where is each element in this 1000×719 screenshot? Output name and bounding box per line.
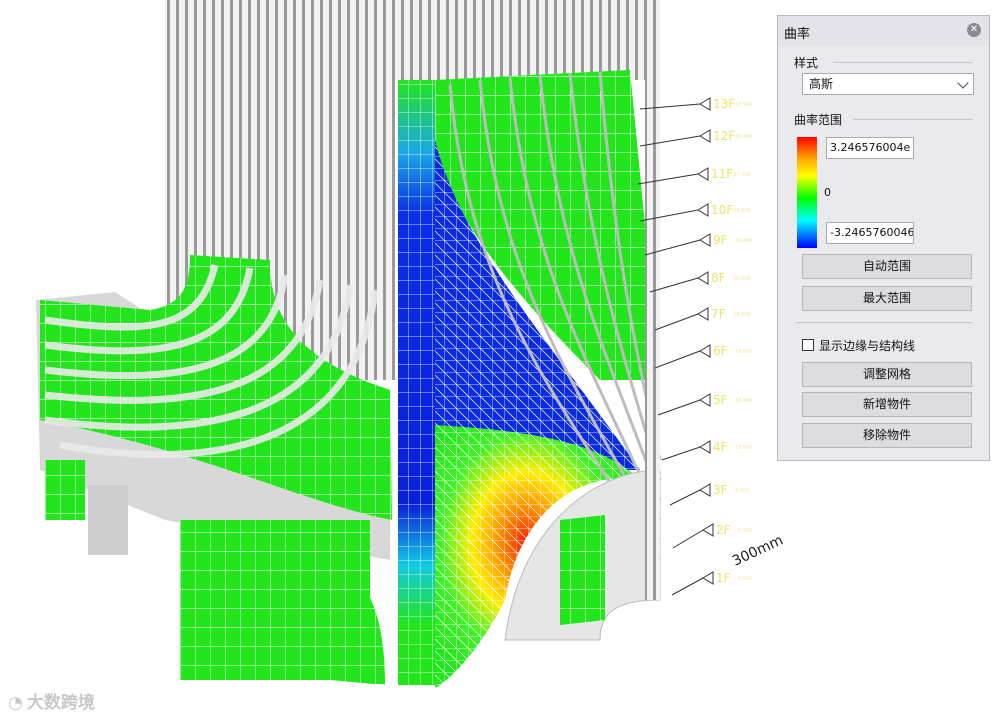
floor-elevation-label: 9.400 (735, 488, 749, 494)
floor-label: 5F (713, 393, 728, 407)
floor-elevation-label: 16.400 (735, 398, 753, 404)
floor-label: 11F (711, 167, 733, 181)
floor-elevation-label: 33.900 (733, 208, 751, 214)
floor-elevation-label: 23.400 (733, 312, 751, 318)
auto-range-button[interactable]: 自动范围 (802, 254, 972, 279)
max-range-button[interactable]: 最大范围 (802, 286, 972, 311)
floor-level-triangle-icon (699, 97, 711, 111)
column-grid (398, 80, 435, 685)
dimension-label: 300mm (730, 532, 786, 569)
floor-level-triangle-icon (697, 167, 709, 181)
floor-level-triangle-icon (699, 129, 711, 143)
floor-elevation-label: 12.900 (735, 445, 753, 451)
right-tower-edge (645, 80, 660, 600)
close-icon[interactable]: ✕ (967, 23, 981, 37)
floor-level-triangle-icon (697, 271, 709, 285)
panel-titlebar: 曲率 ✕ (778, 16, 989, 46)
watermark-logo-icon: ◔ (8, 693, 23, 713)
floor-elevation-label: 26.900 (733, 276, 751, 282)
floor-elevation-label: 43.900 (735, 102, 753, 108)
floor-label: 7F (711, 307, 726, 321)
floor-label: 2F (716, 523, 731, 537)
curvature-panel: 曲率 ✕ 样式 高斯 曲率范围 3.246576004e 0 -3.246576… (777, 15, 990, 461)
upper-facade (395, 0, 660, 80)
floor-label: 4F (713, 440, 728, 454)
floor-level-triangle-icon (699, 440, 711, 454)
add-part-button[interactable]: 新增物件 (802, 392, 972, 417)
floor-elevation-label: 19.900 (735, 349, 753, 355)
floor-label: 13F (713, 97, 735, 111)
floor-leader-line (669, 489, 701, 506)
floor-elevation-label: 40.400 (735, 134, 753, 140)
range-section-label: 曲率范围 (794, 113, 843, 127)
floor-label: 3F (713, 483, 728, 497)
floor-leader-line (654, 350, 701, 369)
curvature-gradient-legend (797, 137, 817, 248)
floor-elevation-label: 37.400 (733, 172, 751, 178)
divider (853, 119, 973, 120)
show-edges-checkbox[interactable] (802, 339, 814, 351)
floor-leader-line (672, 529, 704, 549)
floor-leader-line (654, 313, 699, 331)
max-curvature-input[interactable]: 3.246576004e (826, 137, 914, 159)
floor-level-triangle-icon (699, 344, 711, 358)
floor-elevation-label: 5.900 (738, 528, 752, 534)
show-edges-label: 显示边缘与结构线 (819, 339, 916, 353)
min-curvature-input[interactable]: -3.2465760046 (826, 222, 914, 244)
style-select-value: 高斯 (809, 77, 834, 91)
watermark: ◔ 大数跨境 (8, 688, 95, 713)
floor-elevation-label: 0.000 (738, 576, 752, 582)
divider (796, 322, 972, 323)
floor-label: 9F (713, 233, 728, 247)
floor-level-triangle-icon (699, 233, 711, 247)
remove-part-button[interactable]: 移除物件 (802, 423, 972, 448)
arch-green-panel (560, 515, 605, 625)
zero-label: 0 (824, 186, 831, 199)
floor-label: 1F (716, 571, 731, 585)
floor-label: 6F (713, 344, 728, 358)
panel-title: 曲率 (784, 27, 811, 42)
floor-level-triangle-icon (699, 483, 711, 497)
chevron-down-icon (957, 77, 969, 89)
floor-leader-line (657, 399, 701, 416)
lower-podium-left (45, 460, 85, 520)
floor-level-triangle-icon (697, 307, 709, 321)
style-section-label: 样式 (794, 56, 819, 70)
floor-level-triangle-icon (702, 571, 714, 585)
adjust-mesh-button[interactable]: 调整网格 (802, 362, 972, 387)
floor-label: 12F (713, 129, 735, 143)
floor-label: 10F (711, 203, 733, 217)
floor-leader-line (671, 577, 704, 596)
divider (833, 62, 973, 63)
style-select[interactable]: 高斯 (802, 73, 974, 95)
floor-level-triangle-icon (697, 203, 709, 217)
lower-podium-door (88, 485, 128, 555)
floor-leader-line (661, 446, 701, 461)
floor-elevation-label: 30.400 (735, 238, 753, 244)
watermark-text: 大数跨境 (26, 693, 95, 713)
floor-level-triangle-icon (702, 523, 714, 537)
floor-level-triangle-icon (699, 393, 711, 407)
floor-label: 8F (711, 271, 726, 285)
